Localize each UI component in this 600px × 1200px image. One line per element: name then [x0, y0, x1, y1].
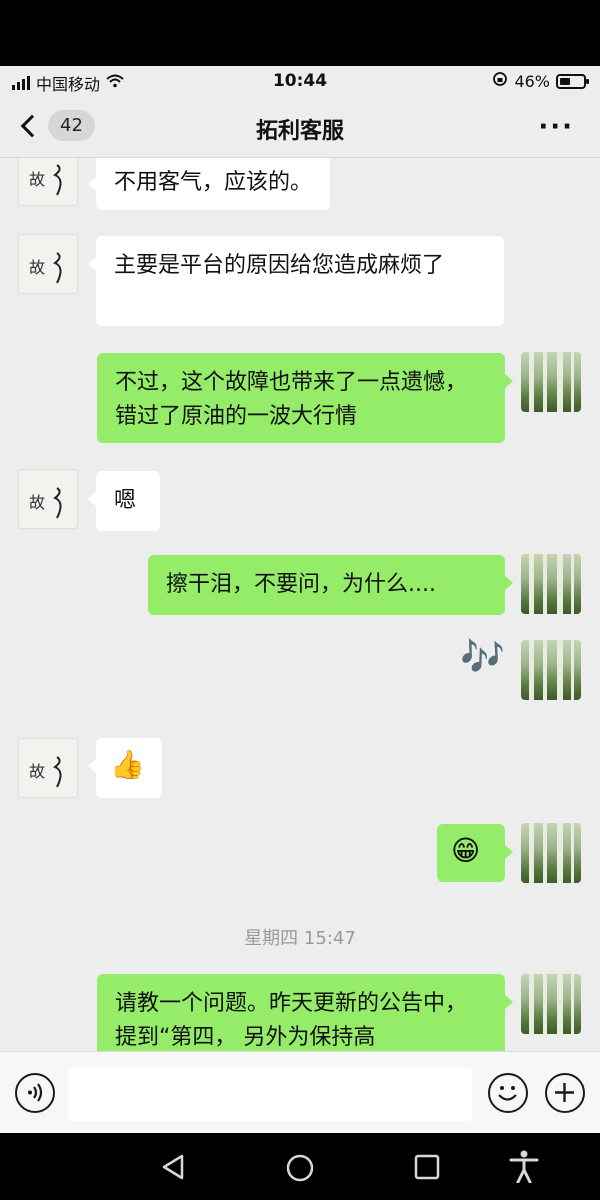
- svg-text:故: 故: [29, 493, 45, 512]
- message-text: 嗯: [114, 488, 137, 513]
- message-bubble[interactable]: 不过，这个故障也带来了一点遗憾，错过了原油的一波大行情: [97, 353, 513, 443]
- home-circle-icon[interactable]: [285, 1153, 315, 1183]
- message-timestamp: 星期四 15:47: [244, 928, 356, 949]
- rotation-lock-icon: [492, 71, 508, 91]
- contact-avatar[interactable]: 故: [18, 738, 78, 798]
- user-avatar[interactable]: [521, 640, 581, 700]
- user-avatar[interactable]: [521, 823, 581, 883]
- message-text: 擦干泪，不要问，为什么....: [166, 572, 436, 597]
- message-bubble[interactable]: 主要是平台的原因给您造成麻烦了: [88, 236, 504, 326]
- accessibility-icon[interactable]: [508, 1149, 540, 1183]
- message-text: 请教一个问题。昨天更新的公告中，提到“第四， 另外为保持高: [115, 991, 468, 1050]
- contact-avatar[interactable]: 故: [18, 234, 78, 294]
- contact-avatar[interactable]: 故: [18, 158, 78, 206]
- plus-icon: [555, 1083, 574, 1102]
- user-avatar[interactable]: [521, 974, 581, 1034]
- back-triangle-icon[interactable]: [160, 1153, 186, 1181]
- voice-icon: [28, 1083, 43, 1102]
- chat-header: 42 拓利客服 ···: [0, 96, 600, 158]
- more-options-button[interactable]: ···: [538, 112, 574, 142]
- grin-emoji: 😁: [451, 834, 481, 867]
- message-list[interactable]: 故 不用客气，应该的。 故 主要是平台的原因给您造成麻烦了 不过，这个故障也带来…: [0, 158, 600, 1051]
- input-bar: [0, 1051, 600, 1133]
- battery-icon: [556, 73, 589, 89]
- message-input[interactable]: [68, 1067, 472, 1121]
- message-text: 不用客气，应该的。: [114, 170, 313, 195]
- music-sticker[interactable]: 🎶: [460, 636, 505, 678]
- voice-button[interactable]: [15, 1073, 55, 1113]
- thumbs-up-emoji: 👍: [110, 748, 145, 781]
- svg-text:故: 故: [29, 762, 45, 781]
- user-avatar[interactable]: [521, 554, 581, 614]
- recents-square-icon[interactable]: [414, 1154, 440, 1180]
- message-text: 主要是平台的原因给您造成麻烦了: [114, 253, 445, 278]
- emoji-button[interactable]: [488, 1073, 528, 1113]
- svg-text:故: 故: [29, 258, 45, 277]
- emoji-icon: [498, 1086, 517, 1101]
- message-text: 不过，这个故障也带来了一点遗憾，错过了原油的一波大行情: [115, 370, 468, 429]
- user-avatar[interactable]: [521, 352, 581, 412]
- message-bubble[interactable]: 请教一个问题。昨天更新的公告中，提到“第四， 另外为保持高: [97, 974, 513, 1051]
- contact-avatar[interactable]: 故: [18, 469, 78, 529]
- camera-area: [0, 0, 600, 66]
- svg-text:故: 故: [29, 170, 45, 189]
- message-bubble[interactable]: 擦干泪，不要问，为什么....: [148, 555, 513, 615]
- message-bubble[interactable]: 不用客气，应该的。: [87, 158, 331, 210]
- status-bar: 中国移动 10:44 46%: [0, 66, 600, 96]
- system-navigation-bar: [0, 1133, 600, 1200]
- battery-percent: 46%: [514, 71, 550, 91]
- plus-button[interactable]: [545, 1073, 585, 1113]
- message-bubble[interactable]: 👍: [88, 738, 162, 798]
- chat-title: 拓利客服: [255, 119, 344, 144]
- message-bubble[interactable]: 嗯: [88, 471, 160, 531]
- message-bubble[interactable]: 😁: [437, 824, 513, 882]
